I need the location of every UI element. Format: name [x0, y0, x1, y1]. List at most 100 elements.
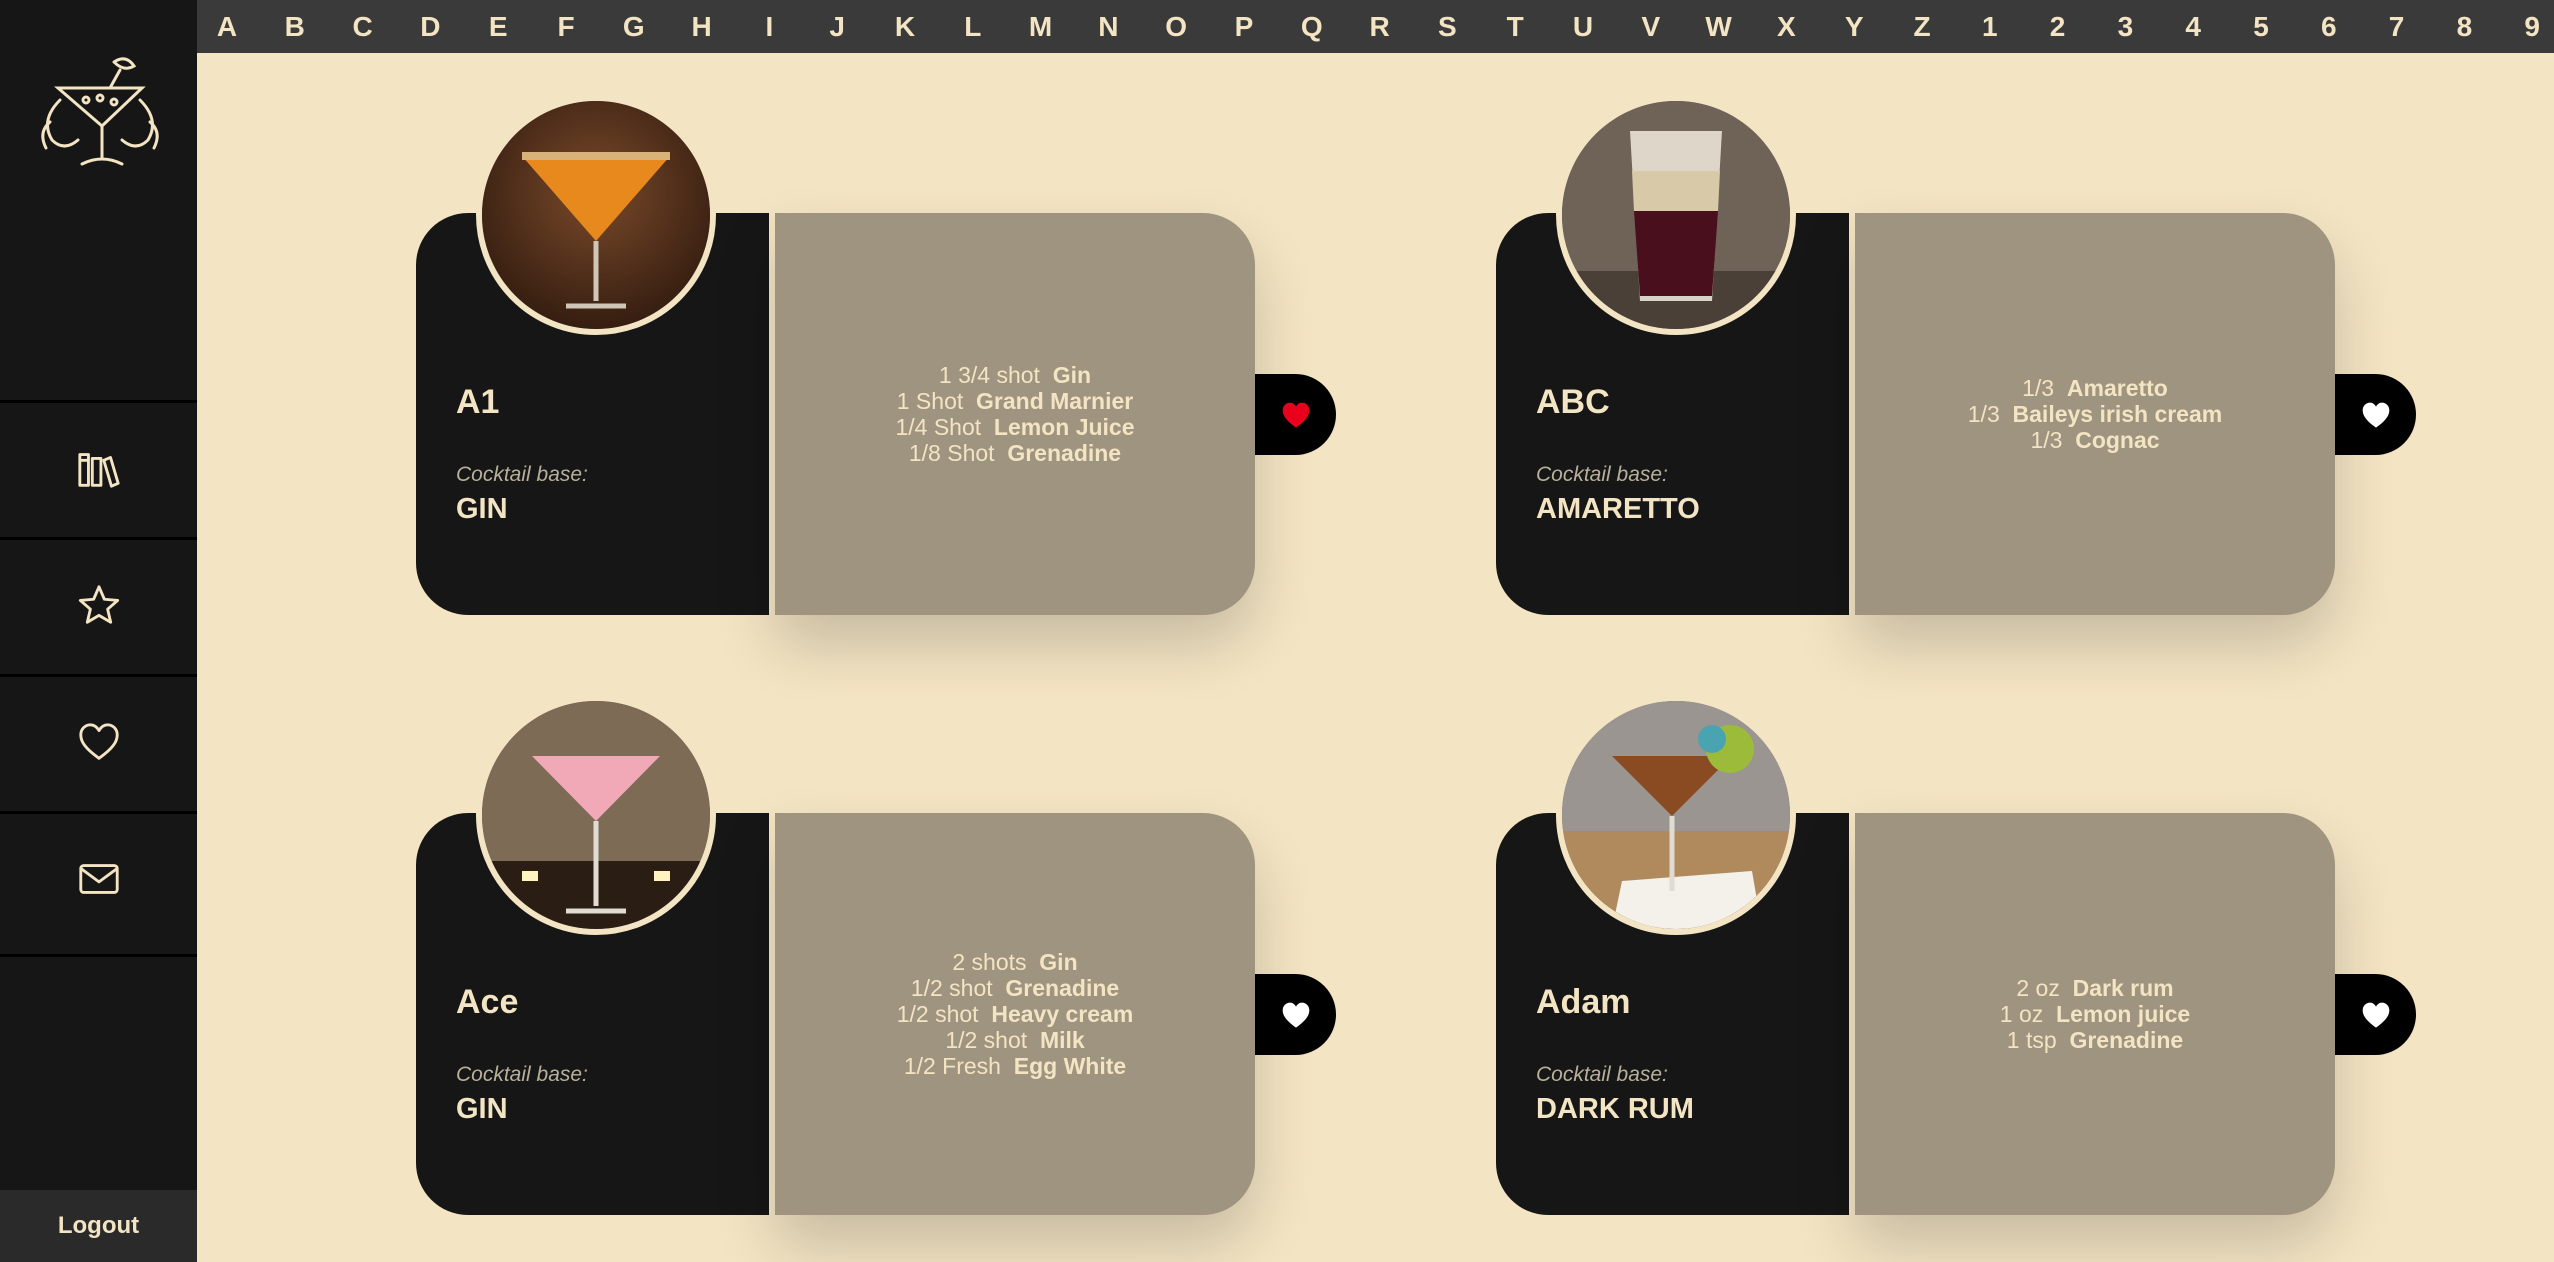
ingredient-amount: 1/3: [1967, 401, 2000, 427]
heart-icon: [2362, 402, 2389, 428]
cocktail-base-label: Cocktail base:: [456, 463, 588, 486]
alphabet-letter-c[interactable]: C: [343, 0, 383, 53]
ingredient-item: Grenadine: [2069, 1027, 2184, 1053]
cocktail-card[interactable]: 1 3/4 shot Gin 1 Shot Grand Marnier 1/4 Sh…: [416, 95, 1336, 615]
alphabet-letter-n[interactable]: N: [1088, 0, 1128, 53]
alphabet-letter-h[interactable]: H: [682, 0, 722, 53]
alphabet-letter-a[interactable]: A: [207, 0, 247, 53]
cocktail-base-label: Cocktail base:: [456, 1063, 588, 1086]
ingredients-panel: 1 3/4 shot Gin 1 Shot Grand Marnier 1/4 Sh…: [775, 213, 1255, 615]
alphabet-letter-i[interactable]: I: [749, 0, 789, 53]
cocktail-name: A1: [456, 383, 500, 421]
ingredient-amount: 2 oz: [2016, 975, 2060, 1001]
ingredients-list: 1/3 Amaretto 1/3 Baileys irish cream 1/3 C…: [1855, 213, 2335, 615]
alphabet-letter-1[interactable]: 1: [1970, 0, 2010, 53]
ingredient-line: 1/2 shot Heavy cream: [897, 1001, 1134, 1027]
favorite-button[interactable]: [1255, 974, 1336, 1055]
ingredient-item: Grenadine: [1005, 975, 1120, 1001]
alphabet-letter-j[interactable]: J: [817, 0, 857, 53]
ingredient-line: 1 3/4 shot Gin: [939, 362, 1091, 388]
cocktail-base: GIN: [456, 1093, 508, 1125]
alphabet-letter-2[interactable]: 2: [2038, 0, 2078, 53]
cocktail-base: GIN: [456, 493, 508, 525]
ingredient-item: Amaretto: [2066, 375, 2168, 401]
ingredient-amount: 1 3/4 shot: [938, 362, 1040, 388]
alphabet-letter-g[interactable]: G: [614, 0, 654, 53]
cocktail-name: Ace: [456, 983, 519, 1021]
cocktail-photo: [476, 95, 716, 335]
star-icon: [78, 585, 119, 624]
nav-contact[interactable]: [0, 811, 197, 944]
ingredient-line: 1 Shot Grand Marnier: [897, 388, 1134, 414]
cocktail-base: DARK RUM: [1536, 1093, 1694, 1125]
alphabet-letter-t[interactable]: T: [1495, 0, 1535, 53]
alphabet-letter-w[interactable]: W: [1699, 0, 1739, 53]
cocktail-card[interactable]: 1/3 Amaretto 1/3 Baileys irish cream 1/3 C…: [1496, 95, 2416, 615]
favorite-button[interactable]: [2335, 974, 2416, 1055]
cocktail-logo-icon[interactable]: [30, 40, 170, 180]
logout-button[interactable]: Logout: [0, 1190, 197, 1262]
alphabet-letter-7[interactable]: 7: [2377, 0, 2417, 53]
alphabet-letter-u[interactable]: U: [1563, 0, 1603, 53]
heart-icon: [2362, 1002, 2389, 1028]
alphabet-letter-k[interactable]: K: [885, 0, 925, 53]
ingredient-line: 1/3 Amaretto: [2022, 375, 2168, 401]
alphabet-filter-bar: ABCDEFGHIJKLMNOPQRSTUVWXYZ123456789: [197, 0, 2554, 53]
ingredient-line: 1/8 Shot Grenadine: [909, 440, 1121, 466]
nav-divider: [0, 954, 197, 957]
alphabet-letter-5[interactable]: 5: [2241, 0, 2281, 53]
ingredient-line: 1/2 Fresh Egg White: [904, 1053, 1126, 1079]
ingredient-amount: 1/2 shot: [896, 1001, 979, 1027]
ingredient-amount: 1/3: [2030, 427, 2063, 453]
cocktail-name: Adam: [1536, 983, 1631, 1021]
alphabet-letter-b[interactable]: B: [275, 0, 315, 53]
cocktail-base: AMARETTO: [1536, 493, 1700, 525]
cocktail-photo: [476, 695, 716, 935]
cocktail-photo: [1556, 695, 1796, 935]
ingredient-item: Gin: [1052, 362, 1092, 388]
nav-liked[interactable]: [0, 674, 197, 807]
ingredient-amount: 1 oz: [1999, 1001, 2044, 1027]
heart-icon: [1282, 1002, 1309, 1028]
ingredients-list: 2 oz Dark rum 1 oz Lemon juice 1 tsp Grena…: [1855, 813, 2335, 1215]
ingredient-amount: 1/2 Fresh: [903, 1053, 1001, 1079]
favorite-button[interactable]: [1255, 374, 1336, 455]
alphabet-letter-6[interactable]: 6: [2309, 0, 2349, 53]
alphabet-letter-d[interactable]: D: [410, 0, 450, 53]
alphabet-letter-z[interactable]: Z: [1902, 0, 1942, 53]
alphabet-letter-e[interactable]: E: [478, 0, 518, 53]
alphabet-letter-l[interactable]: L: [953, 0, 993, 53]
ingredients-panel: 2 oz Dark rum 1 oz Lemon juice 1 tsp Grena…: [1855, 813, 2335, 1215]
heart-icon: [78, 723, 119, 760]
alphabet-letter-8[interactable]: 8: [2444, 0, 2484, 53]
ingredient-item: Baileys irish cream: [2012, 401, 2223, 427]
alphabet-letter-y[interactable]: Y: [1834, 0, 1874, 53]
ingredient-item: Cognac: [2075, 427, 2160, 453]
sidebar: Logout: [0, 0, 197, 1262]
ingredient-item: Milk: [1039, 1027, 1085, 1053]
alphabet-letter-x[interactable]: X: [1766, 0, 1806, 53]
favorite-button[interactable]: [2335, 374, 2416, 455]
ingredients-panel: 1/3 Amaretto 1/3 Baileys irish cream 1/3 C…: [1855, 213, 2335, 615]
alphabet-letter-3[interactable]: 3: [2105, 0, 2145, 53]
ingredient-amount: 1 tsp: [2006, 1027, 2057, 1053]
alphabet-letter-4[interactable]: 4: [2173, 0, 2213, 53]
alphabet-letter-r[interactable]: R: [1360, 0, 1400, 53]
ingredient-line: 2 shots Gin: [952, 949, 1077, 975]
ingredient-line: 2 oz Dark rum: [2016, 975, 2173, 1001]
alphabet-letter-p[interactable]: P: [1224, 0, 1264, 53]
alphabet-letter-9[interactable]: 9: [2512, 0, 2552, 53]
nav-library[interactable]: [0, 400, 197, 533]
alphabet-letter-o[interactable]: O: [1156, 0, 1196, 53]
alphabet-letter-v[interactable]: V: [1631, 0, 1671, 53]
alphabet-letter-m[interactable]: M: [1021, 0, 1061, 53]
alphabet-letter-s[interactable]: S: [1427, 0, 1467, 53]
nav-favorites-star[interactable]: [0, 537, 197, 670]
alphabet-letter-q[interactable]: Q: [1292, 0, 1332, 53]
ingredient-line: 1/2 shot Grenadine: [911, 975, 1119, 1001]
cocktail-card[interactable]: 2 shots Gin 1/2 shot Grenadine 1/2 shot He…: [416, 695, 1336, 1215]
ingredient-line: 1/2 shot Milk: [945, 1027, 1084, 1053]
alphabet-letter-f[interactable]: F: [546, 0, 586, 53]
cocktail-card[interactable]: 2 oz Dark rum 1 oz Lemon juice 1 tsp Grena…: [1496, 695, 2416, 1215]
ingredient-line: 1 tsp Grenadine: [2007, 1027, 2183, 1053]
